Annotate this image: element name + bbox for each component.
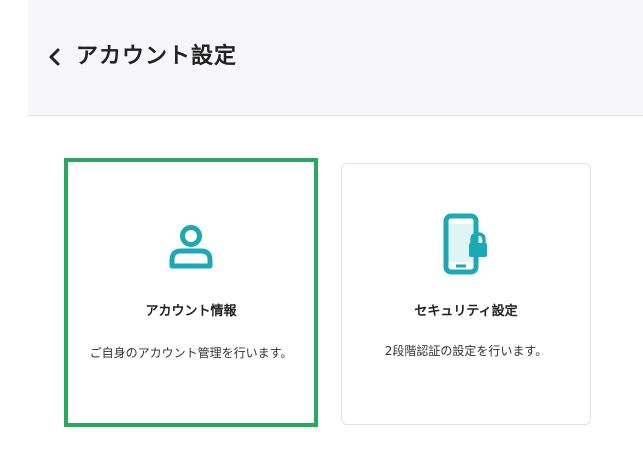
security-settings-description: 2段階認証の設定を行います。	[384, 344, 548, 358]
account-info-title: アカウント情報	[145, 304, 237, 319]
back-button[interactable]	[40, 42, 70, 72]
chevron-left-icon	[49, 48, 60, 66]
page-title: アカウント設定	[76, 44, 238, 69]
account-info-description: ご自身のアカウント管理を行います。	[89, 346, 293, 360]
account-info-card[interactable]: アカウント情報 ご自身のアカウント管理を行います。	[64, 158, 318, 427]
user-icon	[68, 222, 314, 272]
security-settings-card[interactable]: セキュリティ設定 2段階認証の設定を行います。	[341, 163, 591, 425]
phone-lock-icon	[342, 212, 590, 276]
security-settings-title: セキュリティ設定	[414, 304, 518, 319]
